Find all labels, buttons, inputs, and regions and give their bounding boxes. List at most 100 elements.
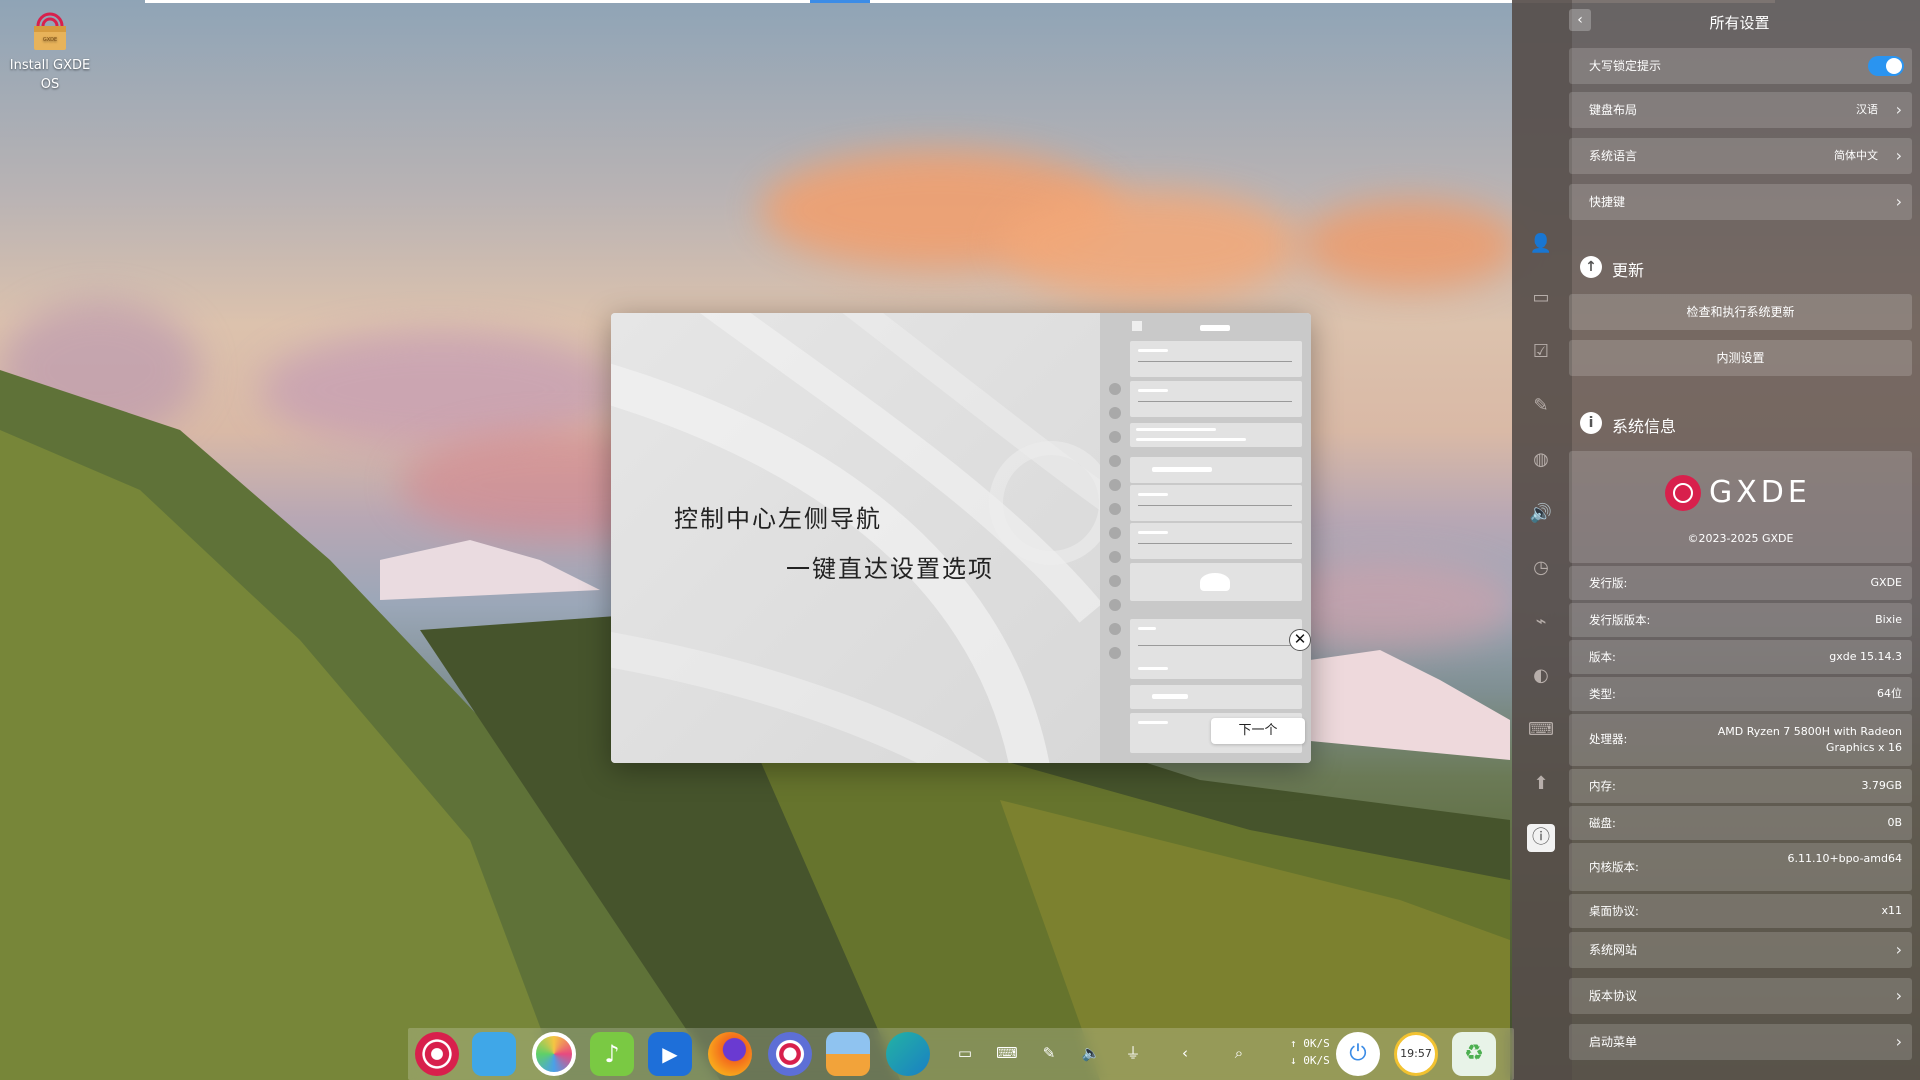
- chevron-right-icon: ›: [1895, 1032, 1902, 1051]
- mini-nav-icon: [1109, 599, 1121, 611]
- mini-slider-card: [1130, 619, 1302, 679]
- keyboard-tray-icon[interactable]: ⌨: [996, 1042, 1018, 1064]
- shortcuts-row[interactable]: 快捷键 ›: [1569, 184, 1912, 220]
- info-row-distro-version: 发行版版本: Bixie: [1569, 603, 1912, 637]
- personalization-icon[interactable]: ✎: [1527, 392, 1555, 420]
- install-gxde-label: Install GXDE OS: [9, 58, 91, 92]
- mini-slider-card: [1130, 485, 1302, 521]
- app-store-icon[interactable]: [826, 1032, 870, 1076]
- mini-nav-icon: [1109, 527, 1121, 539]
- file-manager-icon[interactable]: [472, 1032, 516, 1076]
- trash-icon[interactable]: ♻: [1452, 1032, 1496, 1076]
- welcome-guide-dialog: 控制中心左侧导航 一键直达设置选项 ✕: [611, 313, 1311, 763]
- mouse-icon[interactable]: ◐: [1527, 662, 1555, 690]
- mini-nav-icon: [1109, 551, 1121, 563]
- gxde-logo-text: GXDE: [1709, 475, 1811, 510]
- mini-nav-icon: [1109, 647, 1121, 659]
- dialog-heading-line2: 一键直达设置选项: [786, 555, 994, 583]
- update-icon[interactable]: ⬆: [1527, 770, 1555, 798]
- network-icon[interactable]: ◍: [1527, 446, 1555, 474]
- net-upload: ↑ 0K/S: [1290, 1037, 1330, 1050]
- dialog-close-button[interactable]: ✕: [1289, 629, 1311, 651]
- usb-icon[interactable]: ⏚: [1122, 1042, 1144, 1064]
- shortcuts-label: 快捷键: [1589, 195, 1626, 209]
- notification-icon[interactable]: ▭: [954, 1042, 976, 1064]
- dialog-next-button[interactable]: 下一个: [1211, 718, 1305, 744]
- chevron-right-icon: ›: [1895, 100, 1902, 119]
- volume-icon[interactable]: 🔈: [1080, 1042, 1102, 1064]
- info-row-disk: 磁盘: 0B: [1569, 806, 1912, 840]
- caps-lock-row: 大写锁定提示: [1569, 48, 1912, 84]
- display-icon[interactable]: ▭: [1527, 284, 1555, 312]
- info-row-kernel: 内核版本: 6.11.10+bpo-amd64: [1569, 843, 1912, 891]
- boot-menu-row[interactable]: 启动菜单 ›: [1569, 1024, 1912, 1060]
- mini-slider-card: [1130, 523, 1302, 559]
- info-row-version: 版本: gxde 15.14.3: [1569, 640, 1912, 674]
- power-button-icon[interactable]: ⏻: [1336, 1032, 1380, 1076]
- power-icon[interactable]: ⌁: [1527, 608, 1555, 636]
- keyboard-icon[interactable]: ⌨: [1527, 716, 1555, 744]
- system-info-section-icon: i: [1580, 412, 1602, 434]
- account-icon[interactable]: 👤: [1527, 230, 1555, 258]
- settings-title: 所有设置: [1709, 14, 1770, 32]
- music-player-icon[interactable]: ♪: [590, 1032, 634, 1076]
- system-info-icon[interactable]: ⓘ: [1527, 824, 1555, 852]
- info-row-display-protocol: 桌面协议: x11: [1569, 894, 1912, 928]
- check-update-button[interactable]: 检查和执行系统更新: [1569, 294, 1912, 330]
- default-apps-icon[interactable]: ☑: [1527, 338, 1555, 366]
- search-icon[interactable]: ⌕: [1228, 1042, 1250, 1064]
- clock-widget[interactable]: 19:57: [1394, 1032, 1438, 1076]
- mini-nav-icon: [1109, 623, 1121, 635]
- settings-gear-icon[interactable]: [768, 1032, 812, 1076]
- keyboard-layout-row[interactable]: 键盘布局 汉语 ›: [1569, 92, 1912, 128]
- video-player-icon[interactable]: ▶: [648, 1032, 692, 1076]
- dialog-heading-line1: 控制中心左侧导航: [674, 505, 882, 533]
- firefox-icon[interactable]: [708, 1032, 752, 1076]
- chevron-right-icon: ›: [1895, 192, 1902, 211]
- mini-nav-icon: [1109, 455, 1121, 467]
- keyboard-layout-value: 汉语: [1856, 103, 1878, 116]
- mini-nav-icon: [1109, 383, 1121, 395]
- chevron-right-icon: ›: [1895, 986, 1902, 1005]
- settings-header: ‹ 所有设置: [1569, 8, 1910, 34]
- mini-nav-icon: [1109, 407, 1121, 419]
- launcher-icon[interactable]: [415, 1032, 459, 1076]
- gxde-logo-card: GXDE ©2023-2025 GXDE: [1569, 451, 1912, 563]
- mini-nav-icon: [1109, 503, 1121, 515]
- chevron-right-icon: ›: [1895, 146, 1902, 165]
- image-viewer-icon[interactable]: [532, 1032, 576, 1076]
- update-section-icon: ↑: [1580, 256, 1602, 278]
- mini-slider-card: [1130, 381, 1302, 417]
- collapse-tray-icon[interactable]: ‹: [1174, 1042, 1196, 1064]
- info-row-distro: 发行版: GXDE: [1569, 566, 1912, 600]
- info-row-type: 类型: 64位: [1569, 677, 1912, 711]
- system-info-section-title: 系统信息: [1612, 417, 1677, 436]
- info-row-processor: 处理器: AMD Ryzen 7 5800H with Radeon Graph…: [1569, 714, 1912, 766]
- system-website-row[interactable]: 系统网站 ›: [1569, 932, 1912, 968]
- caps-lock-toggle[interactable]: [1868, 56, 1904, 76]
- system-language-row[interactable]: 系统语言 简体中文 ›: [1569, 138, 1912, 174]
- network-speed: ↑ 0K/S ↓ 0K/S: [1290, 1035, 1330, 1069]
- mini-nav-icon: [1109, 431, 1121, 443]
- pen-icon[interactable]: ✎: [1038, 1042, 1060, 1064]
- svg-text:GXDE: GXDE: [43, 37, 57, 43]
- update-section-title: 更新: [1612, 261, 1645, 280]
- net-download: ↓ 0K/S: [1290, 1054, 1330, 1067]
- dialog-illustration: 控制中心左侧导航 一键直达设置选项: [611, 313, 1100, 763]
- mini-checkbox-card: [1130, 685, 1302, 709]
- sound-icon[interactable]: 🔊: [1527, 500, 1555, 528]
- datetime-icon[interactable]: ◷: [1527, 554, 1555, 582]
- system-language-label: 系统语言: [1589, 149, 1638, 163]
- install-gxde-desktop-icon[interactable]: GXDE Install GXDE OS: [8, 8, 92, 94]
- keyboard-layout-label: 键盘布局: [1589, 103, 1638, 117]
- beta-settings-button[interactable]: 内测设置: [1569, 340, 1912, 376]
- handshake-icon[interactable]: [886, 1032, 930, 1076]
- mini-slider-card: [1130, 341, 1302, 377]
- package-icon: GXDE: [28, 8, 72, 52]
- gxde-logo-icon: [1665, 475, 1701, 511]
- caps-lock-label: 大写锁定提示: [1589, 59, 1662, 73]
- mini-title-bar: [1200, 325, 1230, 331]
- mini-nav-icon: [1109, 479, 1121, 491]
- dialog-preview-panel: [1100, 313, 1311, 763]
- license-row[interactable]: 版本协议 ›: [1569, 978, 1912, 1014]
